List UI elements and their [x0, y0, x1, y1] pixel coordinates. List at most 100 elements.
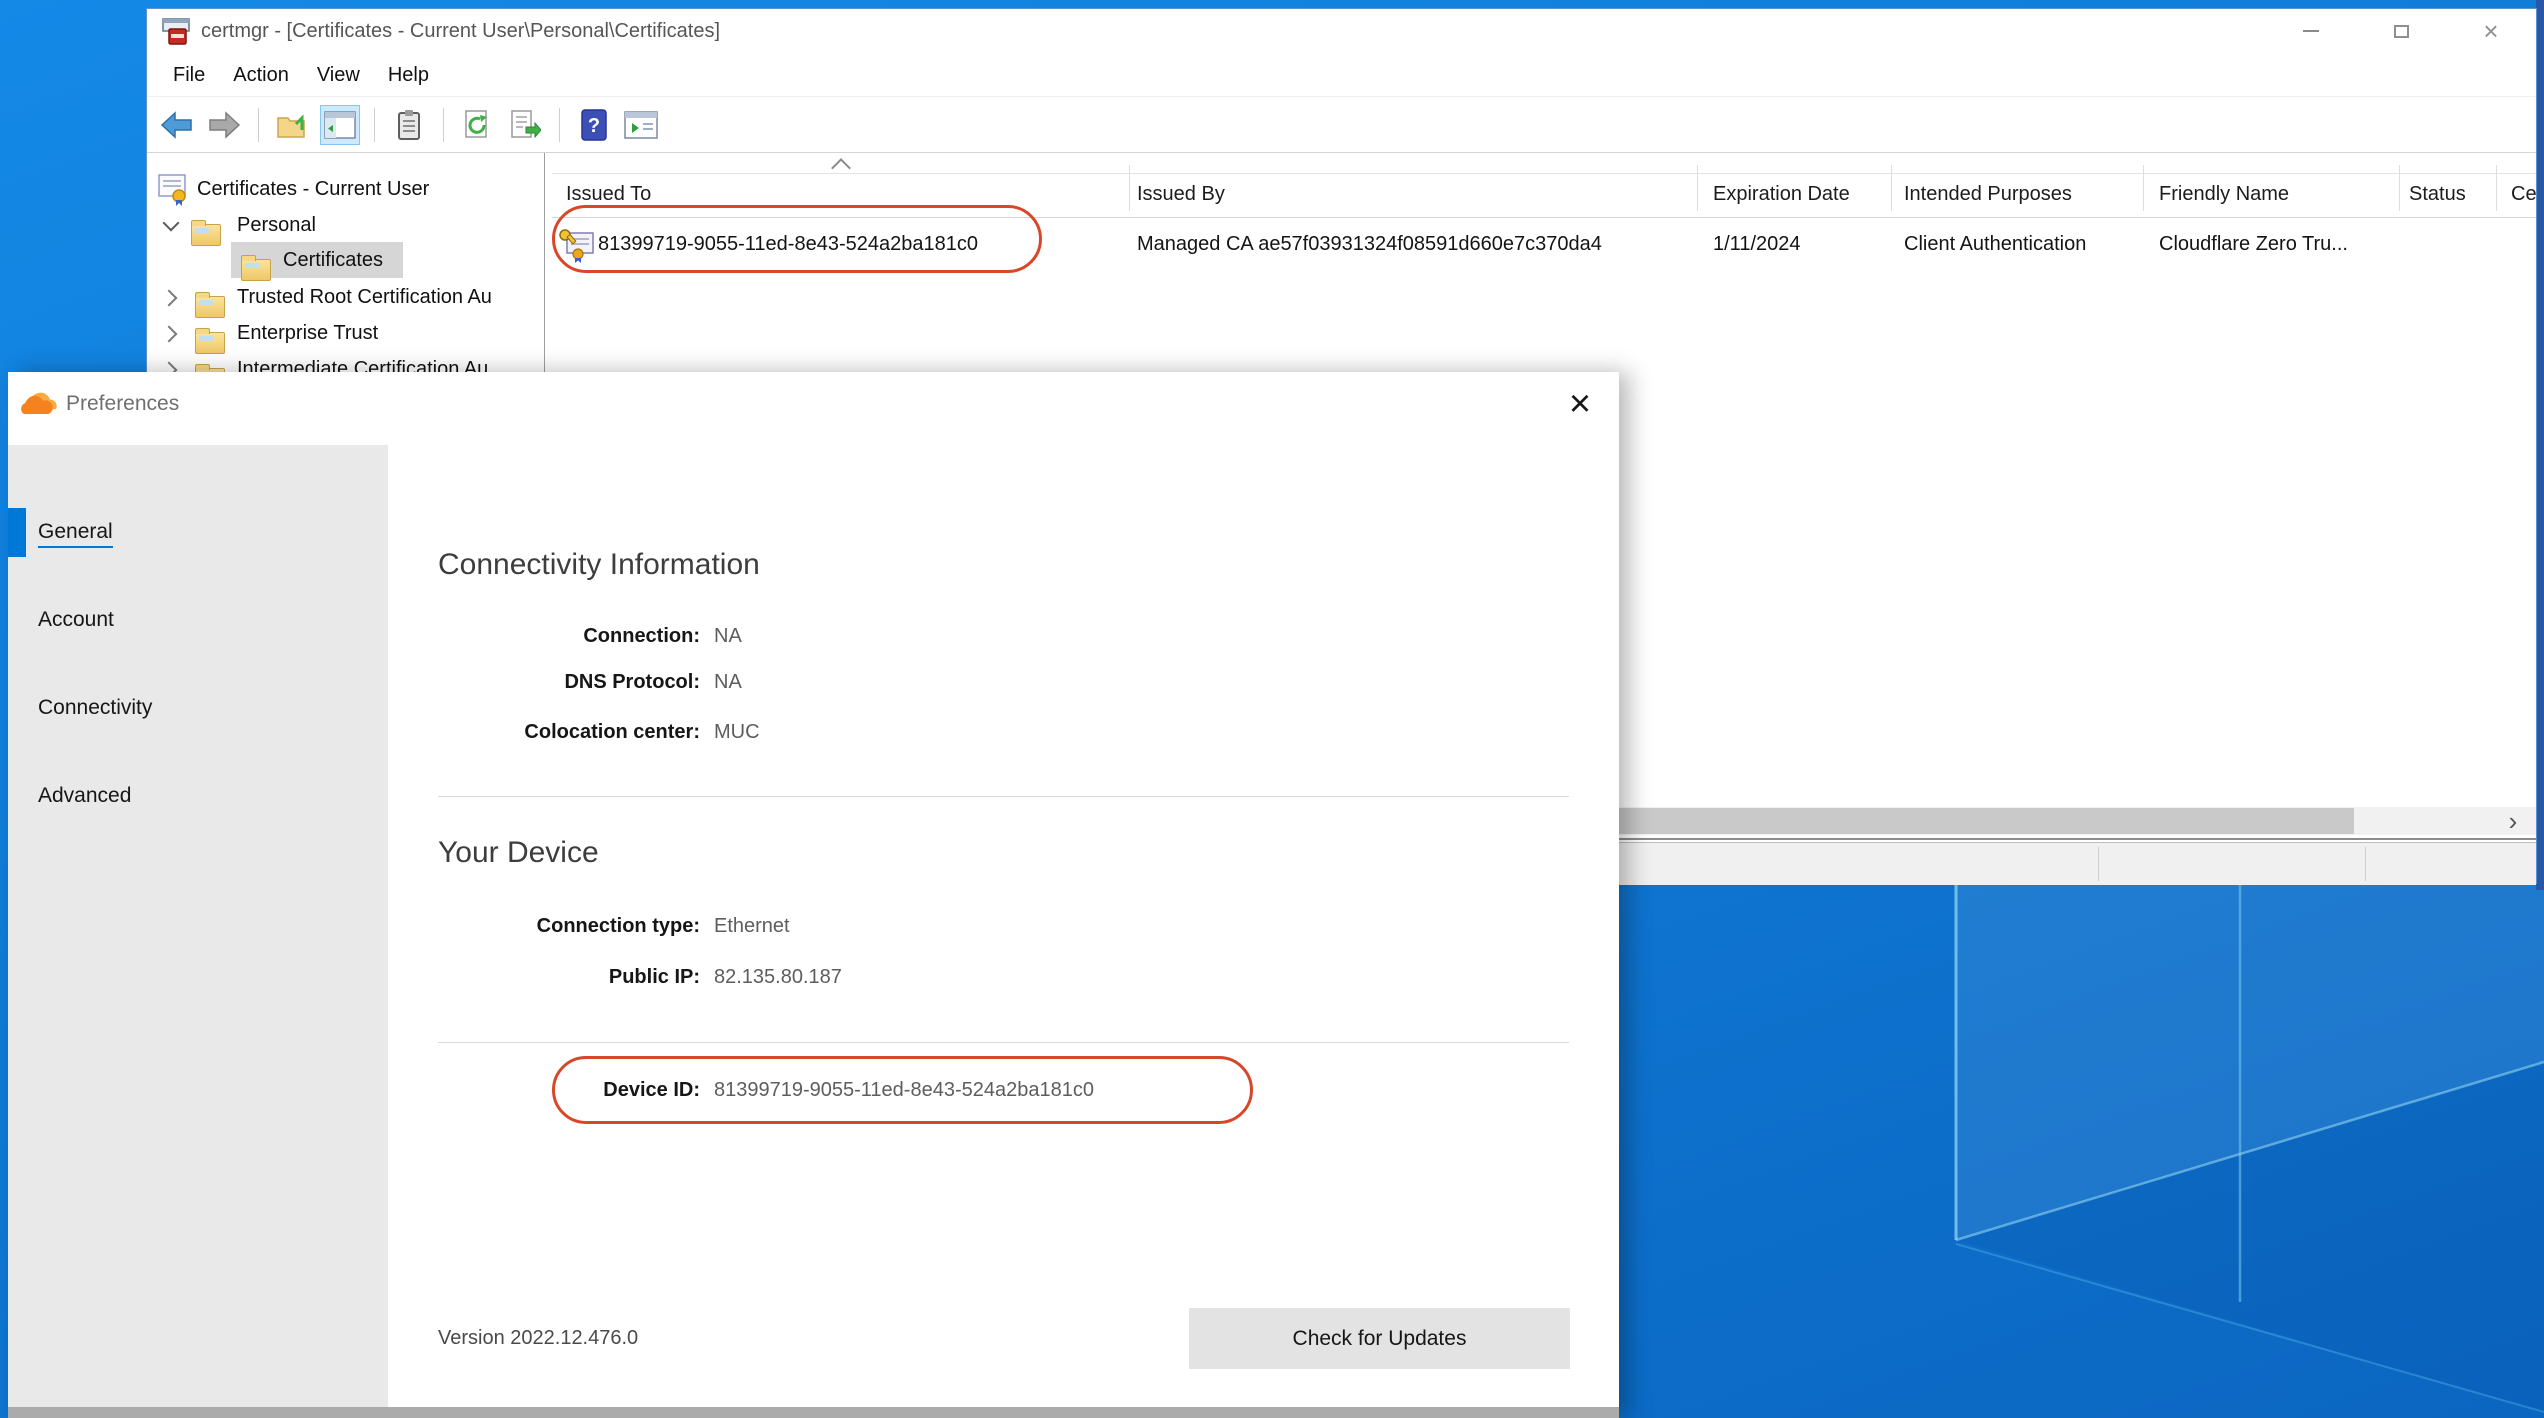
field-label-connection: Connection: [438, 621, 700, 651]
field-label-dns-protocol: DNS Protocol: [438, 667, 700, 697]
tree-item-label: Personal [237, 205, 316, 245]
toolbar-separator [374, 108, 375, 142]
new-window-icon [624, 111, 658, 139]
console-tree-toggle[interactable] [320, 105, 360, 145]
cell-issued-by: Managed CA ae57f03931324f08591d660e7c370… [1137, 223, 1602, 265]
menu-file[interactable]: File [159, 53, 219, 97]
clipboard-button[interactable] [389, 105, 429, 145]
back-button[interactable] [157, 105, 197, 145]
certmgr-menubar: File Action View Help [147, 53, 2536, 97]
folder-icon [195, 296, 225, 318]
toolbar-separator [443, 108, 444, 142]
column-divider[interactable] [1129, 165, 1130, 211]
certmgr-toolbar: ? [147, 97, 2536, 153]
up-folder-icon [276, 110, 310, 140]
menu-view[interactable]: View [303, 53, 374, 97]
export-list-icon [509, 109, 541, 141]
refresh-icon [462, 109, 494, 141]
menu-action[interactable]: Action [219, 53, 303, 97]
column-divider[interactable] [2399, 165, 2400, 211]
nav-item-account[interactable]: Account [38, 596, 114, 644]
nav-item-advanced[interactable]: Advanced [38, 772, 131, 820]
nav-item-label: Account [38, 608, 114, 631]
maximize-button[interactable] [2378, 9, 2424, 53]
annotation-ellipse-issued-to [552, 205, 1042, 273]
new-window-button[interactable] [621, 105, 661, 145]
sort-ascending-icon [831, 158, 851, 178]
close-button[interactable]: × [2468, 9, 2514, 53]
chevron-right-icon[interactable] [161, 326, 178, 343]
nav-selected-accent [8, 508, 26, 557]
tree-item-label: Enterprise Trust [237, 313, 378, 353]
help-button[interactable]: ? [574, 105, 614, 145]
status-pane-divider [2098, 847, 2099, 881]
check-for-updates-button[interactable]: Check for Updates [1189, 1308, 1570, 1369]
minimize-button[interactable] [2288, 9, 2334, 53]
nav-item-label: Connectivity [38, 696, 152, 719]
field-label-connection-type: Connection type: [438, 911, 700, 941]
minimize-icon [2303, 30, 2319, 32]
chevron-right-icon[interactable] [161, 290, 178, 307]
nav-item-label: Advanced [38, 784, 131, 807]
chevron-down-icon[interactable] [163, 215, 180, 232]
cell-expiration-date: 1/11/2024 [1713, 223, 1801, 265]
maximize-icon [2394, 25, 2409, 38]
column-header-status[interactable]: Status [2409, 179, 2466, 209]
close-icon: × [1569, 383, 1591, 426]
tree-item-trusted-root[interactable]: Trusted Root Certification Au [147, 277, 177, 317]
annotation-ellipse-device-id [552, 1056, 1253, 1124]
certmgr-app-icon [161, 17, 191, 47]
tree-item-personal[interactable]: Personal [147, 205, 177, 245]
svg-text:?: ? [588, 115, 600, 137]
up-folder-button[interactable] [273, 105, 313, 145]
field-label-colocation-center: Colocation center: [438, 717, 700, 747]
section-title-your-device: Your Device [438, 832, 599, 874]
tree-item-certificates[interactable]: Certificates [147, 240, 177, 280]
clipboard-icon [394, 109, 424, 141]
column-divider[interactable] [1891, 165, 1892, 211]
column-divider[interactable] [1697, 165, 1698, 211]
toolbar-separator [559, 108, 560, 142]
folder-icon [191, 224, 221, 246]
column-header-certificate[interactable]: Ce [2511, 179, 2536, 209]
field-value-connection-type: Ethernet [714, 911, 790, 941]
version-text: Version 2022.12.476.0 [438, 1323, 638, 1353]
nav-item-label: General [38, 520, 113, 548]
scrollbar-right-arrow[interactable]: › [2490, 807, 2536, 835]
tree-item-label: Trusted Root Certification Au [237, 277, 492, 317]
preferences-sidebar [8, 445, 388, 1407]
nav-item-general[interactable]: General [38, 508, 113, 556]
field-label-public-ip: Public IP: [438, 962, 700, 992]
preferences-dialog: Preferences × General Account Connectivi… [8, 372, 1619, 1418]
toolbar-separator [258, 108, 259, 142]
section-divider [438, 796, 1569, 797]
column-header-intended-purposes[interactable]: Intended Purposes [1904, 179, 2072, 209]
export-list-button[interactable] [505, 105, 545, 145]
tree-item-label: Certificates [283, 240, 383, 280]
field-value-public-ip: 82.135.80.187 [714, 962, 842, 992]
refresh-button[interactable] [458, 105, 498, 145]
menu-help[interactable]: Help [374, 53, 443, 97]
certmgr-titlebar: certmgr - [Certificates - Current User\P… [147, 9, 2536, 53]
field-value-connection: NA [714, 621, 742, 651]
screen: certmgr - [Certificates - Current User\P… [0, 0, 2544, 1418]
status-pane-divider [2365, 847, 2366, 881]
cell-friendly-name: Cloudflare Zero Tru... [2159, 223, 2348, 265]
section-title-connectivity: Connectivity Information [438, 544, 760, 586]
section-divider [438, 1042, 1569, 1043]
column-header-friendly-name[interactable]: Friendly Name [2159, 179, 2289, 209]
forward-button[interactable] [204, 105, 244, 145]
column-header-issued-by[interactable]: Issued By [1137, 179, 1225, 209]
cell-intended-purposes: Client Authentication [1904, 223, 2086, 265]
column-divider[interactable] [2496, 165, 2497, 211]
dialog-close-button[interactable]: × [1556, 380, 1604, 428]
column-header-expiration-date[interactable]: Expiration Date [1713, 179, 1850, 209]
tree-item-enterprise-trust[interactable]: Enterprise Trust [147, 313, 177, 353]
column-divider[interactable] [2143, 165, 2144, 211]
field-value-dns-protocol: NA [714, 667, 742, 697]
cloudflare-logo-icon [20, 390, 62, 418]
window-title: certmgr - [Certificates - Current User\P… [201, 9, 720, 53]
header-top-line [552, 173, 2536, 174]
nav-item-connectivity[interactable]: Connectivity [38, 684, 152, 732]
forward-icon [207, 110, 241, 140]
